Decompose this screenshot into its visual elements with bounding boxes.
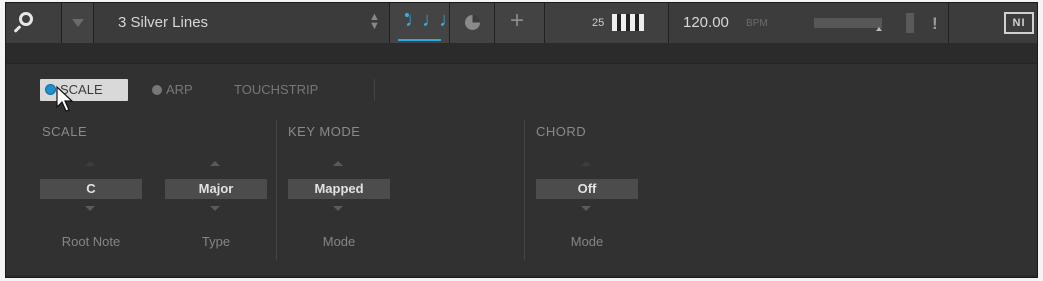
key-mode-down-icon[interactable] xyxy=(333,206,343,211)
tab-scale[interactable]: SCALE xyxy=(40,79,128,101)
section-title-key-mode: KEY MODE xyxy=(288,124,361,139)
plus-icon: + xyxy=(510,7,525,34)
active-led-icon xyxy=(45,84,56,95)
master-volume-slider[interactable] xyxy=(814,18,882,28)
type-up-icon[interactable] xyxy=(210,161,220,166)
tab-touchstrip[interactable]: TOUCHSTRIP xyxy=(234,79,318,101)
preset-stepper-icon[interactable]: ▲ ▼ xyxy=(369,12,380,32)
key-mode-label: Mode xyxy=(322,234,356,249)
pie-icon xyxy=(465,15,480,30)
tab-divider xyxy=(374,79,375,101)
inactive-led-icon xyxy=(152,85,162,95)
section-divider xyxy=(524,120,525,260)
section-title-chord: CHORD xyxy=(536,124,587,139)
chord-mode-label: Mode xyxy=(570,234,604,249)
preset-name: 3 Silver Lines xyxy=(118,14,209,31)
type-value[interactable]: Major xyxy=(165,179,267,199)
preset-selector[interactable]: 3 Silver Lines ▲ ▼ xyxy=(94,3,390,43)
preset-menu-button[interactable] xyxy=(62,3,94,43)
root-note-label: Root Note xyxy=(61,234,121,249)
tempo-unit: BPM xyxy=(746,18,768,29)
root-note-down-icon[interactable] xyxy=(85,206,95,211)
key-mode-section: KEY MODE Mapped Mode xyxy=(286,120,516,270)
mouse-cursor-icon xyxy=(56,85,74,112)
type-label: Type xyxy=(201,234,231,249)
chord-mode-down-icon[interactable] xyxy=(581,206,591,211)
tab-arp[interactable]: ARP xyxy=(152,79,193,101)
ni-logo[interactable]: NI xyxy=(1004,12,1034,34)
tab-label: TOUCHSTRIP xyxy=(234,82,319,97)
warning-icon: ! xyxy=(932,14,938,33)
key-mode-value[interactable]: Mapped xyxy=(288,179,390,199)
automation-button[interactable] xyxy=(450,3,495,43)
chord-section: CHORD Off Mode xyxy=(534,120,764,270)
root-note-up-icon[interactable] xyxy=(85,161,95,166)
tab-label: ARP xyxy=(166,82,193,97)
type-down-icon[interactable] xyxy=(210,206,220,211)
perform-plugin-window: 3 Silver Lines ▲ ▼ ♩♩♩ + 25 120.00 BPM ! … xyxy=(5,2,1038,278)
keyboard-icon xyxy=(612,14,644,31)
perform-panel: SCALE ARP TOUCHSTRIP SCALE C Root Note M… xyxy=(6,63,1037,275)
chevron-down-icon xyxy=(72,19,84,27)
logo-section: NI xyxy=(949,3,1037,43)
section-divider xyxy=(276,120,277,260)
perform-view-button[interactable]: ♩♩♩ xyxy=(390,3,459,43)
notes-icon: ♩♩♩ xyxy=(405,9,459,31)
chord-mode-up-icon[interactable] xyxy=(581,161,591,166)
level-meter xyxy=(906,13,914,33)
root-note-value[interactable]: C xyxy=(40,179,142,199)
section-title-scale: SCALE xyxy=(42,124,88,139)
tempo-section: 120.00 BPM ! xyxy=(669,3,949,43)
tempo-value[interactable]: 120.00 xyxy=(683,14,729,31)
volume-marker-icon xyxy=(876,27,882,31)
search-button[interactable] xyxy=(6,3,62,43)
active-underline xyxy=(398,39,441,41)
octave-readout: 25 xyxy=(592,17,605,29)
scale-section: SCALE C Root Note Major Type xyxy=(38,120,268,270)
add-button[interactable]: + xyxy=(495,3,545,43)
header-bar: 3 Silver Lines ▲ ▼ ♩♩♩ + 25 120.00 BPM ! … xyxy=(6,3,1037,43)
key-mode-up-icon[interactable] xyxy=(333,161,343,166)
chord-mode-value[interactable]: Off xyxy=(536,179,638,199)
keyboard-section[interactable]: 25 xyxy=(545,3,669,43)
